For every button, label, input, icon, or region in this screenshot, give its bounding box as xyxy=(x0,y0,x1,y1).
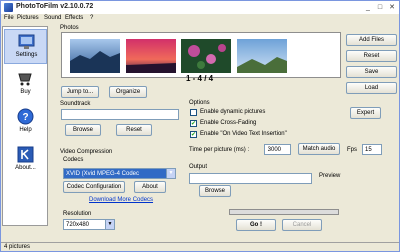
sidebar-item-label: Help xyxy=(19,127,32,133)
help-icon: ? xyxy=(17,108,34,125)
load-button[interactable]: Load xyxy=(346,82,397,94)
text-insertion-label: Enable "On Video Text Insertion" xyxy=(200,131,287,137)
settings-icon xyxy=(18,34,35,49)
soundtrack-field[interactable] xyxy=(61,109,179,120)
chevron-down-icon: ▼ xyxy=(105,220,114,229)
progress-bar xyxy=(229,209,339,215)
sidebar-item-label: About... xyxy=(15,165,36,171)
menu-sound[interactable]: Sound xyxy=(44,15,61,21)
codec-about-button[interactable]: About xyxy=(134,181,166,193)
sidebar-item-about[interactable]: About... xyxy=(4,143,47,178)
resolution-label: Resolution xyxy=(63,211,92,217)
photo-thumbnail[interactable] xyxy=(126,39,176,73)
fps-spinner[interactable]: 15 xyxy=(362,144,382,155)
sidebar-item-help[interactable]: ? Help xyxy=(4,105,47,140)
photos-label: Photos xyxy=(60,25,79,31)
dynamic-pictures-checkbox[interactable] xyxy=(190,109,197,116)
status-bar: 4 pictures xyxy=(1,242,399,251)
menu-file[interactable]: File xyxy=(4,15,14,21)
resolution-select-value: 720x480 xyxy=(66,222,90,228)
codecs-label: Codecs xyxy=(63,157,84,163)
menu-pictures[interactable]: Pictures xyxy=(17,15,39,21)
codec-select[interactable]: XVID (Xvid MPEG-4 Codec ▼ xyxy=(63,168,176,179)
cancel-button[interactable]: Cancel xyxy=(282,219,322,231)
menu-help[interactable]: ? xyxy=(90,15,93,21)
app-logo-icon xyxy=(4,3,13,12)
svg-text:?: ? xyxy=(22,112,28,123)
reset-photos-button[interactable]: Reset xyxy=(346,50,397,62)
codec-select-value: XVID (Xvid MPEG-4 Codec xyxy=(66,171,140,177)
photo-counter: 1 - 4 / 4 xyxy=(186,74,214,83)
expert-button[interactable]: Expert xyxy=(350,107,381,119)
codec-configuration-button[interactable]: Codec Configuration xyxy=(63,181,125,193)
status-text: 4 pictures xyxy=(4,244,31,250)
resolution-select[interactable]: 720x480 ▼ xyxy=(63,219,115,230)
options-label: Options xyxy=(189,100,210,106)
soundtrack-browse-button[interactable]: Browse xyxy=(65,124,101,136)
buy-icon xyxy=(18,73,32,86)
jump-to-button[interactable]: Jump to... xyxy=(61,86,99,98)
maximize-button[interactable]: □ xyxy=(375,3,385,12)
photo-thumbnail[interactable] xyxy=(181,39,231,73)
save-button[interactable]: Save xyxy=(346,66,397,78)
sidebar-item-label: Buy xyxy=(20,89,31,95)
chevron-down-icon: ▼ xyxy=(166,169,175,178)
main-panel: Photos 1 - 4 / 4 Jump to... Organize Add… xyxy=(53,23,399,245)
sidebar: Settings Buy ? Help About... xyxy=(2,26,48,226)
video-compression-label: Video Compression xyxy=(60,149,113,155)
menu-bar: File Pictures Sound Effects ? xyxy=(1,14,399,23)
title-bar: PhotoToFilm v2.10.0.72 _ □ ✕ xyxy=(1,1,399,14)
minimize-button[interactable]: _ xyxy=(363,3,373,12)
add-files-button[interactable]: Add Files xyxy=(346,34,397,46)
about-icon xyxy=(17,146,34,163)
sidebar-item-buy[interactable]: Buy xyxy=(4,67,47,102)
close-button[interactable]: ✕ xyxy=(387,3,397,12)
download-codecs-link[interactable]: Download More Codecs xyxy=(89,197,153,203)
app-window: PhotoToFilm v2.10.0.72 _ □ ✕ File Pictur… xyxy=(0,0,400,252)
go-button[interactable]: Go ! xyxy=(236,219,276,231)
preview-label: Preview xyxy=(319,173,341,179)
dynamic-pictures-label: Enable dynamic pictures xyxy=(200,109,266,115)
photo-thumbnail[interactable] xyxy=(237,39,287,73)
photos-strip xyxy=(61,32,341,78)
match-audio-button[interactable]: Match audio xyxy=(298,143,340,155)
text-insertion-checkbox[interactable]: ✔ xyxy=(190,131,197,138)
sidebar-item-label: Settings xyxy=(15,52,38,58)
photo-thumbnail[interactable] xyxy=(70,39,120,73)
soundtrack-reset-button[interactable]: Reset xyxy=(116,124,152,136)
time-per-picture-spinner[interactable]: 3000 xyxy=(264,144,291,155)
output-label: Output xyxy=(189,164,208,170)
window-title: PhotoToFilm v2.10.0.72 xyxy=(16,3,94,10)
cross-fading-checkbox[interactable]: ✔ xyxy=(190,120,197,127)
cross-fading-label: Enable Cross-Fading xyxy=(200,120,257,126)
organize-button[interactable]: Organize xyxy=(109,86,147,98)
time-per-picture-label: Time per picture (ms) : xyxy=(189,147,250,153)
sidebar-item-settings[interactable]: Settings xyxy=(4,29,47,64)
fps-label: Fps xyxy=(347,147,358,153)
output-field[interactable] xyxy=(189,173,312,184)
output-browse-button[interactable]: Browse xyxy=(199,185,231,197)
soundtrack-label: Soundtrack xyxy=(60,101,91,107)
menu-effects[interactable]: Effects xyxy=(65,15,83,21)
